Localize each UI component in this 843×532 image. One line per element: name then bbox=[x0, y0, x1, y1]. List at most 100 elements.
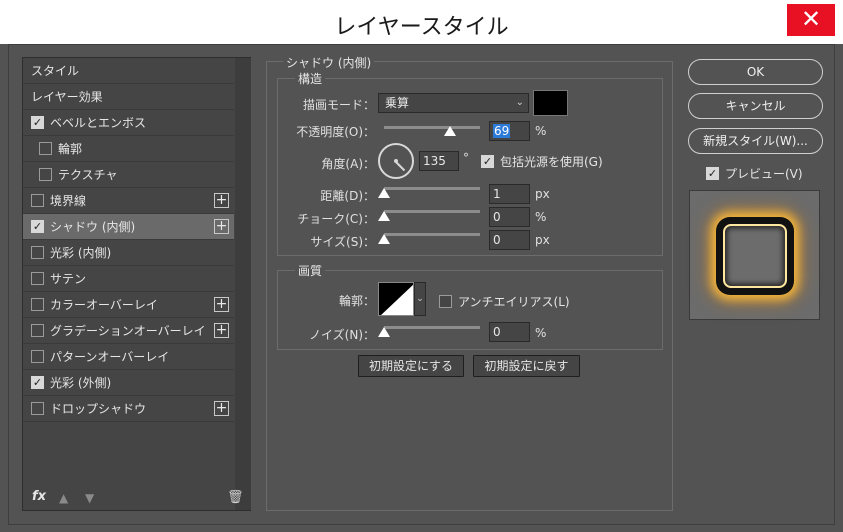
sidebar-item[interactable]: レイヤー効果 bbox=[23, 84, 234, 110]
global-light-checkbox[interactable]: ✓ 包括光源を使用(G) bbox=[481, 153, 603, 170]
checkbox-box[interactable] bbox=[31, 350, 44, 363]
preview-checkbox[interactable]: ✓ プレビュー(V) bbox=[706, 165, 803, 182]
sidebar-item[interactable]: ✓ ベベルとエンボス bbox=[23, 110, 234, 136]
noise-slider-thumb[interactable] bbox=[378, 327, 390, 337]
sidebar-item[interactable]: テクスチャ bbox=[23, 162, 234, 188]
size-input[interactable]: 0 bbox=[489, 230, 530, 250]
size-slider-track[interactable] bbox=[384, 233, 480, 236]
style-list: スタイル レイヤー効果 ✓ ベベルとエンボス輪郭テクスチャ境界線 + ✓ シャドウ (内側)… bbox=[23, 58, 234, 422]
check-icon: ✓ bbox=[481, 155, 494, 168]
distance-value: 1 bbox=[493, 187, 501, 201]
antialias-label: アンチエイリアス(L) bbox=[458, 295, 570, 309]
add-effect-icon[interactable]: + bbox=[214, 323, 229, 338]
choke-input[interactable]: 0 bbox=[489, 207, 530, 227]
blend-mode-label: 描画モード： bbox=[302, 98, 375, 112]
noise-slider-track[interactable] bbox=[384, 326, 480, 329]
checkbox-box[interactable] bbox=[31, 298, 44, 311]
move-down-icon[interactable]: ▼ bbox=[85, 491, 94, 505]
sidebar-item[interactable]: サテン bbox=[23, 266, 234, 292]
size-slider-thumb[interactable] bbox=[378, 234, 390, 244]
opacity-label: 不透明度(O)： bbox=[296, 125, 375, 139]
fx-button[interactable]: fx bbox=[32, 489, 46, 504]
check-icon[interactable]: ✓ bbox=[31, 220, 44, 233]
preview-swatch bbox=[723, 224, 787, 288]
noise-value: 0 bbox=[493, 325, 501, 339]
sidebar-item-label: シャドウ (内側) bbox=[50, 220, 136, 234]
checkbox-box[interactable] bbox=[31, 272, 44, 285]
move-up-icon[interactable]: ▲ bbox=[59, 491, 68, 505]
add-effect-icon[interactable]: + bbox=[214, 193, 229, 208]
sidebar-item[interactable]: 境界線 + bbox=[23, 188, 234, 214]
window-title: レイヤースタイル bbox=[334, 15, 509, 40]
blend-mode-select[interactable]: 乗算 ⌄ bbox=[378, 93, 529, 113]
sidebar-item[interactable]: 光彩 (内側) bbox=[23, 240, 234, 266]
size-value: 0 bbox=[493, 233, 501, 247]
close-button[interactable]: ✕ bbox=[787, 4, 835, 36]
size-label: サイズ(S)： bbox=[310, 235, 375, 249]
angle-dial[interactable] bbox=[378, 143, 414, 179]
angle-dial-needle bbox=[395, 161, 406, 172]
sidebar-item[interactable]: ドロップシャドウ + bbox=[23, 396, 234, 422]
checkbox-box[interactable] bbox=[31, 324, 44, 337]
choke-value: 0 bbox=[493, 210, 501, 224]
noise-label: ノイズ(N)： bbox=[309, 328, 375, 342]
reset-default-button[interactable]: 初期設定に戻す bbox=[473, 355, 580, 377]
sidebar-item-label: ベベルとエンボス bbox=[50, 116, 147, 130]
new-style-button[interactable]: 新規スタイル(W)... bbox=[688, 128, 823, 154]
opacity-input[interactable]: 69 bbox=[489, 121, 530, 141]
sidebar-item[interactable]: カラーオーバーレイ + bbox=[23, 292, 234, 318]
sidebar-item[interactable]: スタイル bbox=[23, 58, 234, 84]
sidebar-item-label: サテン bbox=[50, 272, 87, 286]
cancel-button[interactable]: キャンセル bbox=[688, 93, 823, 119]
distance-slider-track[interactable] bbox=[384, 187, 480, 190]
angle-unit: ° bbox=[463, 151, 469, 165]
distance-slider-thumb[interactable] bbox=[378, 188, 390, 198]
contour-picker[interactable] bbox=[378, 282, 414, 316]
shadow-color-swatch[interactable] bbox=[533, 90, 568, 116]
noise-unit: % bbox=[535, 326, 547, 340]
blend-mode-value: 乗算 bbox=[385, 96, 410, 110]
sidebar-item[interactable]: ✓ シャドウ (内側) + bbox=[23, 214, 234, 240]
checkbox-box[interactable] bbox=[31, 402, 44, 415]
section-title: シャドウ (内側) bbox=[283, 54, 375, 71]
global-light-label: 包括光源を使用(G) bbox=[500, 155, 603, 169]
angle-label: 角度(A)： bbox=[321, 157, 375, 171]
sidebar-item[interactable]: グラデーションオーバーレイ + bbox=[23, 318, 234, 344]
checkbox-box[interactable] bbox=[39, 142, 52, 155]
sidebar-item-label: 境界線 bbox=[50, 194, 87, 208]
style-list-scrollbar[interactable] bbox=[235, 58, 251, 510]
sidebar-item-label: 光彩 (内側) bbox=[50, 246, 112, 260]
checkbox-box[interactable] bbox=[31, 194, 44, 207]
checkbox-box[interactable] bbox=[31, 246, 44, 259]
sidebar-item-label: ドロップシャドウ bbox=[50, 402, 147, 416]
opacity-slider-thumb[interactable] bbox=[444, 126, 457, 136]
add-effect-icon[interactable]: + bbox=[214, 219, 229, 234]
contour-label: 輪郭： bbox=[338, 294, 375, 308]
check-icon[interactable]: ✓ bbox=[31, 116, 44, 129]
add-effect-icon[interactable]: + bbox=[214, 401, 229, 416]
checkbox-box[interactable] bbox=[39, 168, 52, 181]
sidebar-item[interactable]: 輪郭 bbox=[23, 136, 234, 162]
make-default-button[interactable]: 初期設定にする bbox=[358, 355, 464, 377]
quality-title: 画質 bbox=[295, 262, 326, 279]
sidebar-item[interactable]: ✓ 光彩 (外側) bbox=[23, 370, 234, 396]
trash-icon[interactable]: 🗑 bbox=[227, 490, 244, 505]
choke-unit: % bbox=[535, 210, 547, 224]
choke-slider-thumb[interactable] bbox=[378, 211, 390, 221]
sidebar-item-label: テクスチャ bbox=[58, 168, 118, 182]
ok-button[interactable]: OK bbox=[688, 59, 823, 85]
add-effect-icon[interactable]: + bbox=[214, 297, 229, 312]
sidebar-item-label: カラーオーバーレイ bbox=[50, 298, 158, 312]
noise-input[interactable]: 0 bbox=[489, 322, 530, 342]
distance-input[interactable]: 1 bbox=[489, 184, 530, 204]
opacity-unit: % bbox=[535, 124, 547, 138]
antialias-checkbox[interactable]: アンチエイリアス(L) bbox=[439, 293, 570, 310]
angle-input[interactable]: 135 bbox=[419, 151, 459, 171]
contour-dropdown[interactable]: ⌄ bbox=[414, 282, 426, 316]
sidebar-item-label: グラデーションオーバーレイ bbox=[50, 324, 206, 338]
opacity-slider-track[interactable] bbox=[384, 126, 480, 129]
check-icon[interactable]: ✓ bbox=[31, 376, 44, 389]
contour-curve-icon bbox=[379, 283, 413, 315]
choke-slider-track[interactable] bbox=[384, 210, 480, 213]
sidebar-item[interactable]: パターンオーバーレイ bbox=[23, 344, 234, 370]
